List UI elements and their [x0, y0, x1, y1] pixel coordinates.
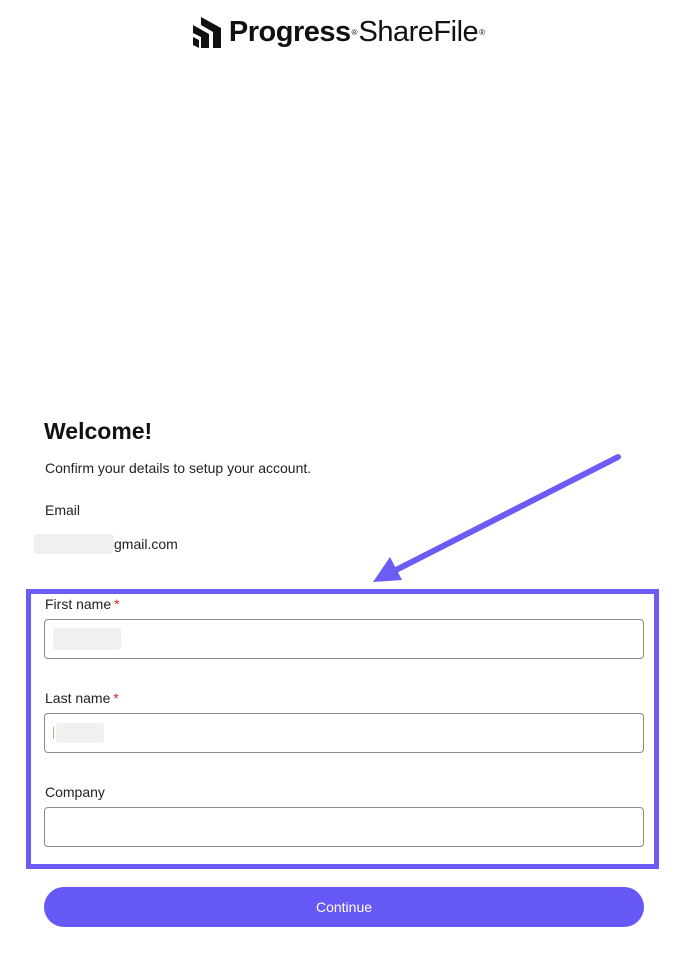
progress-logo-icon — [192, 17, 221, 48]
first-name-redacted-value — [53, 628, 121, 650]
last-name-label-text: Last name — [45, 690, 111, 706]
first-name-input[interactable] — [44, 619, 644, 659]
last-name-input[interactable] — [44, 713, 644, 753]
email-label: Email — [45, 502, 81, 518]
company-label: Company — [45, 784, 105, 800]
first-name-label: First name * — [45, 596, 120, 612]
email-value: gmail.com — [34, 534, 178, 554]
company-input[interactable] — [44, 807, 644, 847]
setup-account-page: Progress ® ShareFile ® Welcome! Confirm … — [0, 0, 676, 968]
email-domain-text: gmail.com — [114, 536, 178, 552]
progress-sharefile-logo: Progress ® ShareFile ® — [0, 10, 676, 54]
continue-button[interactable]: Continue — [44, 887, 644, 927]
page-title: Welcome! — [44, 418, 153, 444]
text-cursor — [53, 727, 54, 739]
last-name-label: Last name * — [45, 690, 119, 706]
page-subtitle: Confirm your details to setup your accou… — [45, 460, 312, 476]
logo-registered-mark-2: ® — [479, 27, 486, 37]
logo-progress-text: Progress — [228, 15, 351, 48]
required-asterisk: * — [113, 690, 119, 706]
email-redacted-part — [34, 534, 114, 554]
last-name-redacted-value — [56, 723, 104, 743]
first-name-label-text: First name — [45, 596, 112, 612]
required-asterisk: * — [114, 596, 120, 612]
logo-registered-mark: ® — [351, 27, 358, 37]
logo-sharefile-text: ShareFile — [358, 15, 479, 48]
